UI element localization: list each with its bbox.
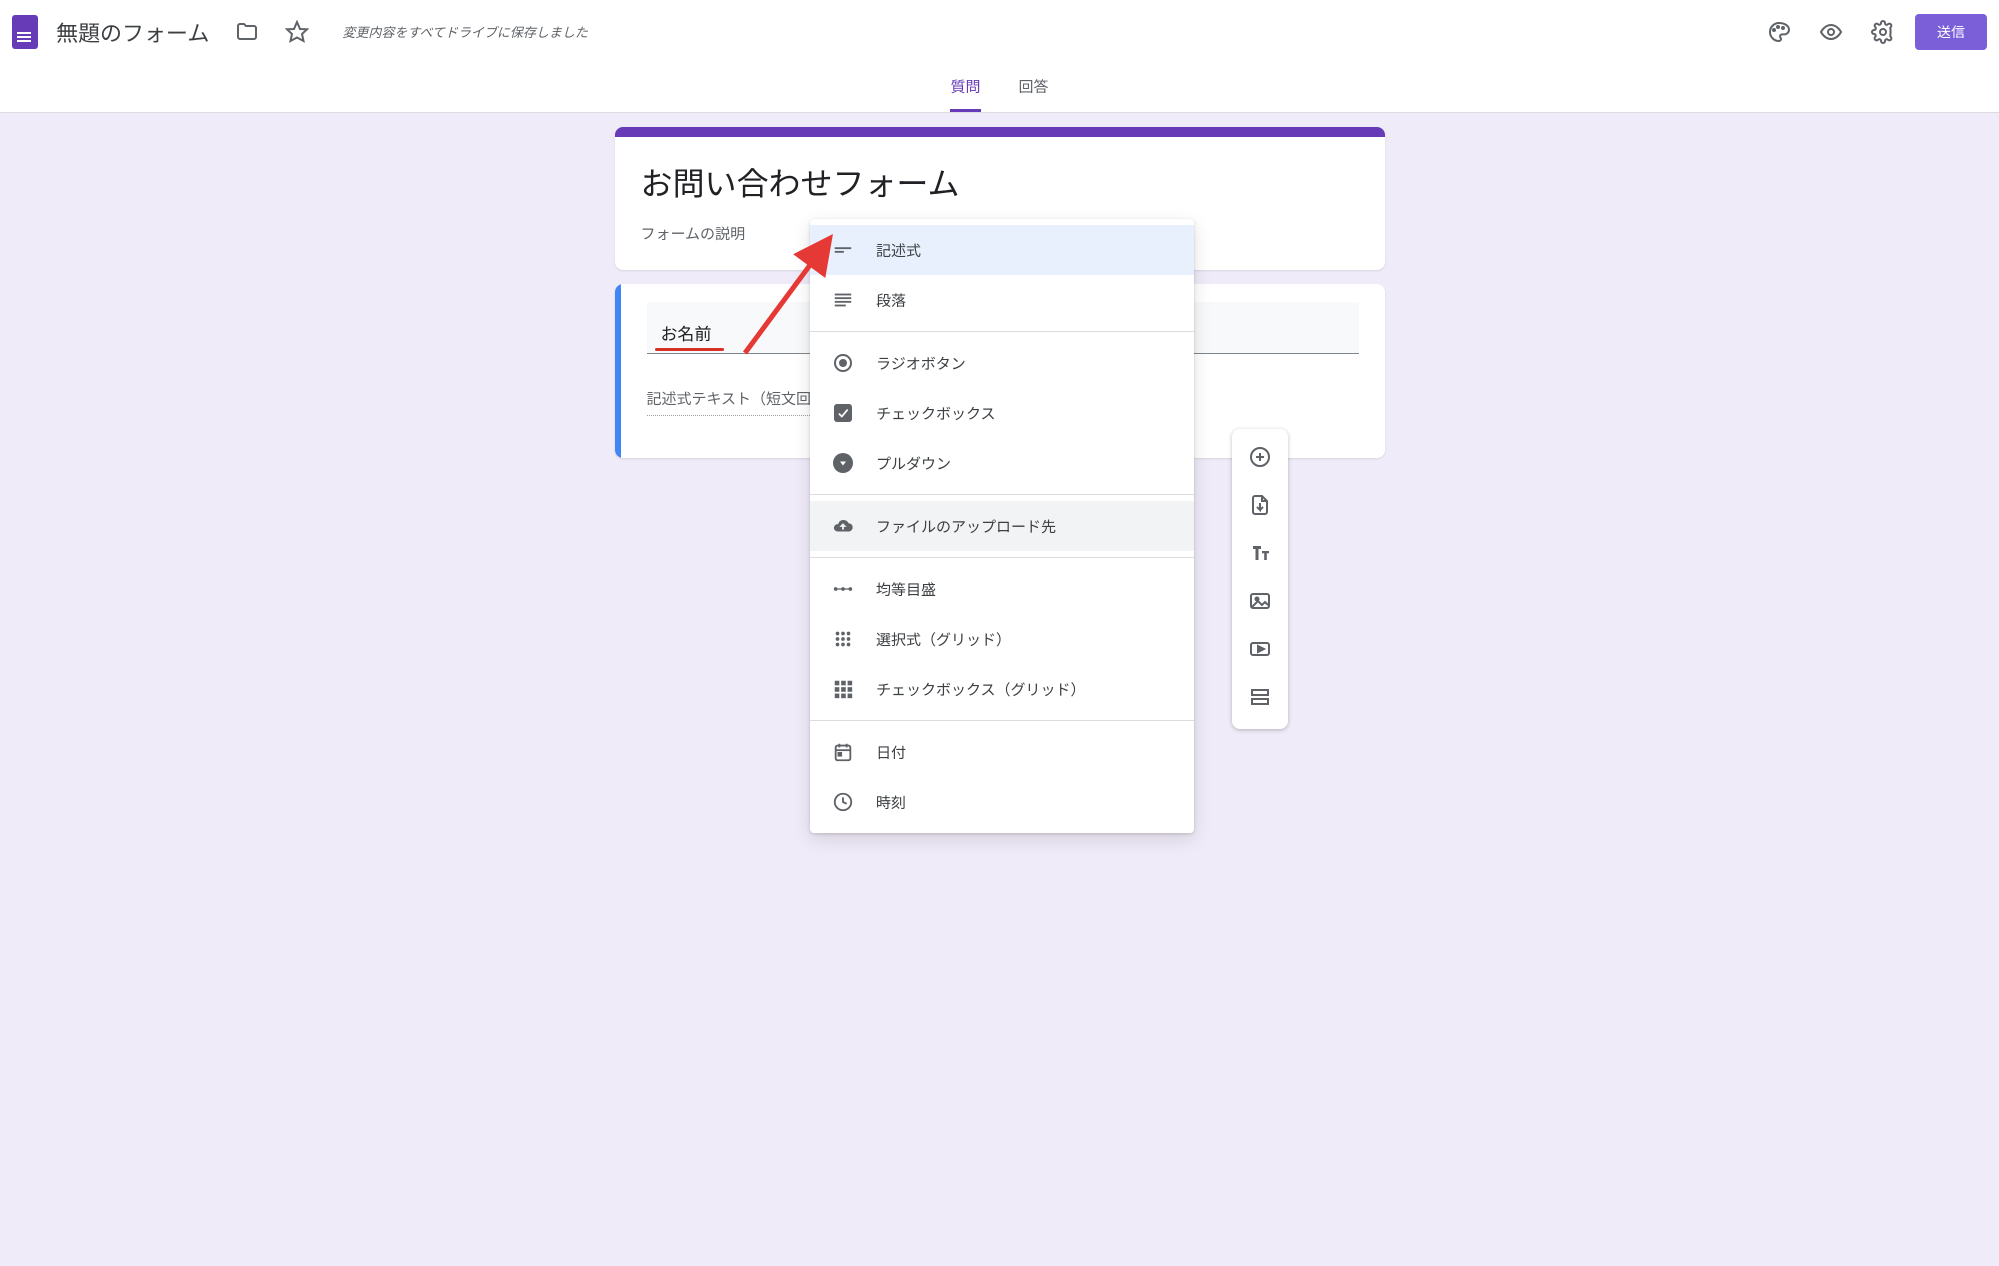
short-answer-icon	[832, 239, 854, 261]
save-status: 変更内容をすべてドライブに保存しました	[327, 23, 588, 41]
grid-checkbox-icon	[832, 678, 854, 700]
image-icon	[1248, 589, 1272, 618]
add-video-button[interactable]	[1238, 629, 1282, 673]
cloud-upload-icon	[832, 515, 854, 537]
type-label: 記述式	[876, 240, 921, 261]
move-to-folder-button[interactable]	[227, 12, 267, 52]
type-label: チェックボックス	[876, 403, 996, 424]
type-short-answer[interactable]: 記述式	[810, 225, 1194, 275]
type-time[interactable]: 時刻	[810, 777, 1194, 827]
type-label: チェックボックス（グリッド）	[876, 679, 1086, 700]
clock-icon	[832, 791, 854, 813]
type-label: 段落	[876, 290, 906, 311]
document-title[interactable]: 無題のフォーム	[48, 12, 217, 52]
dropdown-separator	[810, 331, 1194, 332]
dropdown-icon	[832, 452, 854, 474]
gear-icon	[1871, 20, 1895, 44]
customize-theme-button[interactable]	[1759, 12, 1799, 52]
import-icon	[1248, 493, 1272, 522]
type-label: 選択式（グリッド）	[876, 629, 1011, 650]
dropdown-separator	[810, 557, 1194, 558]
type-dropdown[interactable]: プルダウン	[810, 438, 1194, 488]
tab-questions[interactable]: 質問	[950, 64, 980, 112]
type-label: プルダウン	[876, 453, 951, 474]
type-label: 時刻	[876, 792, 906, 813]
question-title-text: お名前	[661, 320, 712, 345]
grid-radio-icon	[832, 628, 854, 650]
type-checkbox[interactable]: チェックボックス	[810, 388, 1194, 438]
eye-icon	[1819, 20, 1843, 44]
form-canvas: お問い合わせフォーム フォームの説明 お名前 記述式テキスト（短文回答）	[0, 113, 1999, 512]
star-icon	[285, 20, 309, 44]
type-linear-scale[interactable]: 均等目盛	[810, 564, 1194, 614]
type-grid-checkbox[interactable]: チェックボックス（グリッド）	[810, 664, 1194, 714]
floating-toolbar	[1232, 429, 1288, 729]
editor-tabs: 質問 回答	[0, 64, 1999, 113]
video-icon	[1248, 637, 1272, 666]
text-icon	[1248, 541, 1272, 570]
folder-icon	[235, 20, 259, 44]
form-title[interactable]: お問い合わせフォーム	[641, 159, 1359, 209]
calendar-icon	[832, 741, 854, 763]
type-radio[interactable]: ラジオボタン	[810, 338, 1194, 388]
paragraph-icon	[832, 289, 854, 311]
app-header: 無題のフォーム 変更内容をすべてドライブに保存しました 送信	[0, 0, 1999, 64]
send-button[interactable]: 送信	[1915, 14, 1987, 50]
radio-icon	[832, 352, 854, 374]
checkbox-icon	[832, 402, 854, 424]
type-label: 日付	[876, 742, 906, 763]
type-label: 均等目盛	[876, 579, 936, 600]
settings-button[interactable]	[1863, 12, 1903, 52]
plus-circle-icon	[1248, 445, 1272, 474]
type-label: ラジオボタン	[876, 353, 966, 374]
palette-icon	[1767, 20, 1791, 44]
tab-responses[interactable]: 回答	[1019, 64, 1049, 112]
type-grid-radio[interactable]: 選択式（グリッド）	[810, 614, 1194, 664]
type-paragraph[interactable]: 段落	[810, 275, 1194, 325]
add-title-button[interactable]	[1238, 533, 1282, 577]
add-image-button[interactable]	[1238, 581, 1282, 625]
dropdown-separator	[810, 494, 1194, 495]
add-question-button[interactable]	[1238, 437, 1282, 481]
type-file-upload[interactable]: ファイルのアップロード先	[810, 501, 1194, 551]
question-type-dropdown: 記述式 段落 ラジオボタン チェックボックス プルダウン	[810, 219, 1194, 833]
import-questions-button[interactable]	[1238, 485, 1282, 529]
linear-scale-icon	[832, 578, 854, 600]
section-icon	[1248, 685, 1272, 714]
star-button[interactable]	[277, 12, 317, 52]
dropdown-separator	[810, 720, 1194, 721]
forms-logo-icon	[12, 15, 38, 49]
type-label: ファイルのアップロード先	[876, 516, 1056, 537]
add-section-button[interactable]	[1238, 677, 1282, 721]
preview-button[interactable]	[1811, 12, 1851, 52]
type-date[interactable]: 日付	[810, 727, 1194, 777]
